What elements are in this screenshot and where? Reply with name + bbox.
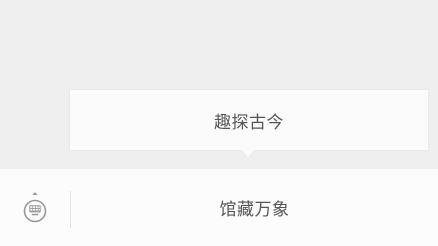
bottom-menu-bar: 馆藏万象 [0, 169, 438, 246]
menu-item-guancang-wanxiang[interactable]: 馆藏万象 [71, 169, 438, 246]
popup-pointer [242, 150, 254, 157]
submenu-item-qutan-gujin[interactable]: 趣探古今 [70, 90, 428, 150]
submenu-popup: 趣探古今 [70, 90, 428, 157]
keyboard-toggle-button[interactable] [0, 169, 70, 246]
wechat-menu-screen: 趣探古今 馆藏万象 [0, 0, 438, 246]
keyboard-toggle-icon [22, 191, 48, 225]
